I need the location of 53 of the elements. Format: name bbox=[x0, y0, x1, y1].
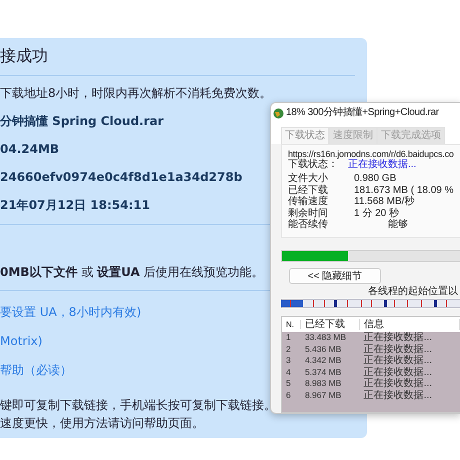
detail-value: 181.673 MB ( 18.09 % bbox=[354, 184, 454, 196]
detail-label: 能否续传 bbox=[288, 219, 329, 231]
status-label: 下载状态： bbox=[288, 158, 338, 170]
file-info-text: 分钟搞懂 Spring Cloud.rar bbox=[0, 114, 164, 128]
table-cell-text: 正在接收数据... bbox=[362, 332, 434, 344]
table-cell-text: 8.967 MB bbox=[304, 390, 342, 401]
table-cell-text: 33.483 MB bbox=[304, 332, 348, 344]
tab[interactable]: 下载状态 bbox=[281, 127, 329, 144]
window-title: 18% 300分钟搞懂+Spring+Cloud.rar bbox=[286, 107, 439, 119]
table-cell-text: 正在接收数据... bbox=[362, 344, 434, 355]
help-link[interactable]: Motrix) bbox=[0, 334, 42, 348]
globe-icon bbox=[273, 108, 284, 118]
detail-value: 0.980 GB bbox=[354, 173, 396, 185]
table-cell-text: 1 bbox=[285, 332, 292, 344]
table-cell-text: 5.374 MB bbox=[304, 366, 342, 378]
file-info-text: 04.24MB bbox=[0, 142, 60, 156]
tip-text: 键即可复制下载链接，手机端长按可复制下载链接。 bbox=[0, 398, 276, 412]
table-cell-text: 正在接收数据... bbox=[362, 390, 434, 401]
help-link[interactable]: 要设置 UA，8小时内有效) bbox=[0, 305, 142, 319]
threads-caption: 各线程的起始位置以 bbox=[368, 286, 458, 297]
detail-label: 文件大小 bbox=[288, 173, 329, 184]
table-cell-text: 8.983 MB bbox=[304, 378, 342, 390]
table-cell-text: 正在接收数据... bbox=[362, 378, 434, 390]
table-cell-text: 6 bbox=[285, 390, 292, 401]
help-link[interactable]: 帮助（必读） bbox=[0, 363, 72, 377]
tab[interactable]: 下载完成选项 bbox=[377, 127, 445, 144]
detail-label: 剩余时间 bbox=[288, 208, 329, 219]
detail-value: 能够 bbox=[388, 219, 408, 231]
column-header: 已经下载 bbox=[301, 318, 360, 330]
table-cell-text: 正在接收数据... bbox=[362, 366, 434, 378]
table-cell-text: 正在接收数据... bbox=[362, 355, 434, 366]
column-header: N. bbox=[282, 320, 302, 329]
card-title: 接成功 bbox=[0, 44, 355, 76]
tab[interactable]: 速度限制 bbox=[329, 127, 377, 144]
detail-label: 已经下载 bbox=[288, 184, 329, 196]
notice-text: 下载地址8小时，时限内再次解析不消耗免费次数。 bbox=[0, 86, 272, 100]
table-cell-text: 4 bbox=[285, 366, 292, 378]
table-cell-text: 5 bbox=[285, 378, 292, 390]
detail-value: 11.568 MB/秒 bbox=[354, 196, 414, 208]
tip-text: 速度更快，使用方法请访问帮助页面。 bbox=[0, 416, 204, 430]
file-info-text: 21年07月12日 18:54:11 bbox=[0, 198, 150, 212]
column-header: 信息 bbox=[360, 318, 460, 330]
detail-label: 传输速度 bbox=[288, 196, 329, 208]
table-cell-text: 2 bbox=[285, 344, 292, 355]
table-cell-text: 3 bbox=[285, 355, 292, 366]
table-cell-text: 5.436 MB bbox=[304, 344, 342, 355]
url-text: https://rs16n.jomodns.com/r/d6.baidupcs.co bbox=[288, 148, 454, 159]
hide-details-button[interactable]: << 隐藏细节 bbox=[289, 268, 381, 284]
status-value: 正在接收数据... bbox=[348, 158, 416, 170]
preview-note: 0MB以下文件 或 设置UA 后使用在线预览功能。 bbox=[0, 265, 264, 279]
file-info-text: 24660efv0974e0c4f8d1e1a34d278b bbox=[0, 170, 242, 184]
detail-value: 1 分 20 秒 bbox=[354, 208, 400, 219]
table-cell-text: 4.342 MB bbox=[304, 355, 342, 366]
